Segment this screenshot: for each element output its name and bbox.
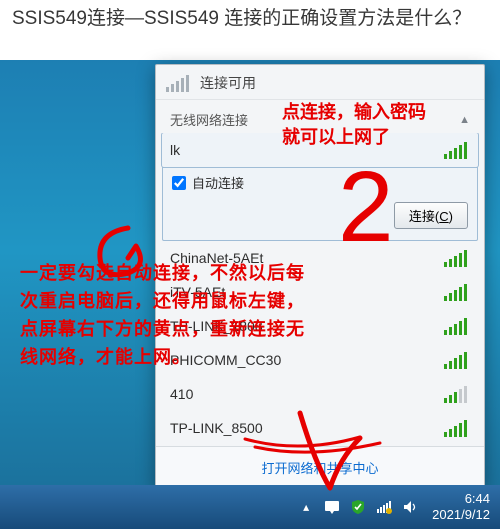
connect-button[interactable]: 连接(C)	[394, 202, 468, 229]
network-ssid: TP-LINK_1808	[170, 318, 263, 334]
popup-header-text: 连接可用	[200, 73, 256, 93]
wifi-popup: 连接可用 无线网络连接 ▲ lk 自动连接 连接(C) ChinaNet-5AE…	[155, 64, 485, 489]
signal-strength-icon	[444, 385, 470, 403]
popup-header: 连接可用	[156, 65, 484, 99]
signal-strength-icon	[444, 141, 470, 159]
network-item[interactable]: PHICOMM_CC30	[156, 343, 484, 377]
page-title: SSIS549连接—SSIS549 连接的正确设置方法是什么？	[12, 6, 492, 32]
network-item[interactable]: 410	[156, 377, 484, 411]
signal-strength-icon	[444, 317, 470, 335]
clock-time: 6:44	[432, 491, 490, 507]
network-item[interactable]: TP-LINK_8500	[156, 411, 484, 445]
open-network-center-link[interactable]: 打开网络和共享中心	[156, 446, 484, 488]
network-item[interactable]: ChinaNet-5AEt	[156, 241, 484, 275]
system-tray[interactable]: ▴	[298, 499, 418, 515]
signal-strength-icon	[444, 419, 470, 437]
network-expanded-panel: 自动连接 连接(C)	[162, 167, 478, 241]
wireless-section-label: 无线网络连接	[170, 110, 248, 129]
auto-connect-checkbox[interactable]	[172, 176, 186, 190]
network-ssid: PHICOMM_CC30	[170, 352, 281, 368]
wireless-section-header[interactable]: 无线网络连接 ▲	[156, 99, 484, 133]
network-ssid: 410	[170, 386, 193, 402]
signal-strength-icon	[444, 249, 470, 267]
clock-date: 2021/9/12	[432, 507, 490, 523]
signal-icon	[166, 74, 190, 92]
auto-connect-row[interactable]: 自动连接	[172, 173, 468, 192]
network-item[interactable]: iTV-5AEt	[156, 275, 484, 309]
network-ssid: TP-LINK_8500	[170, 420, 263, 436]
volume-icon[interactable]	[402, 499, 418, 515]
tray-chevron-icon[interactable]: ▴	[298, 499, 314, 515]
shield-icon[interactable]	[350, 499, 366, 515]
taskbar: ▴ 6:44 2021/9/12	[0, 485, 500, 529]
network-item[interactable]: TP-LINK_1808	[156, 309, 484, 343]
signal-strength-icon	[444, 283, 470, 301]
network-ssid: lk	[170, 142, 180, 158]
taskbar-clock[interactable]: 6:44 2021/9/12	[432, 491, 490, 524]
network-ssid: ChinaNet-5AEt	[170, 250, 263, 266]
auto-connect-label: 自动连接	[192, 173, 244, 192]
chevron-up-icon: ▲	[459, 114, 470, 126]
network-tray-icon[interactable]	[376, 499, 392, 515]
network-item-selected[interactable]: lk	[162, 133, 478, 167]
signal-strength-icon	[444, 351, 470, 369]
network-list: lk 自动连接 连接(C) ChinaNet-5AEt iTV-5AEt TP-…	[156, 133, 484, 446]
action-center-icon[interactable]	[324, 499, 340, 515]
network-ssid: iTV-5AEt	[170, 284, 225, 300]
